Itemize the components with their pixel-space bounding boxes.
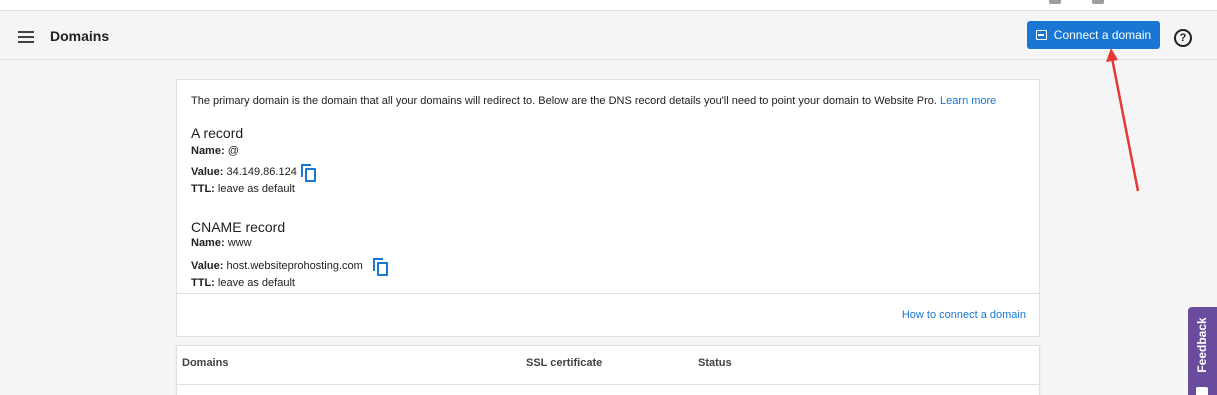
cname-record-value-label: Value: [191, 260, 224, 272]
cname-record-title: CNAME record [191, 219, 286, 235]
copy-icon[interactable] [301, 164, 317, 182]
a-record-ttl-value: leave as default [217, 183, 295, 195]
menu-icon[interactable] [18, 31, 34, 43]
a-record-name-value: @ [227, 145, 239, 157]
top-strip [0, 0, 1217, 11]
help-icon[interactable]: ? [1174, 29, 1192, 47]
feedback-label: Feedback [1195, 317, 1209, 373]
cname-record-name-label: Name: [191, 237, 225, 249]
a-record-name: Name: @ [191, 145, 239, 157]
column-header-domains[interactable]: Domains [182, 357, 228, 369]
cname-record-value: Value: host.websiteprohosting.com [191, 260, 363, 272]
feedback-tab[interactable]: Feedback [1188, 307, 1217, 395]
a-record-value-label: Value: [191, 166, 224, 178]
cname-record-ttl-label: TTL: [191, 277, 215, 289]
dns-records-card: The primary domain is the domain that al… [176, 79, 1040, 337]
cname-record-name-value: www [227, 237, 252, 249]
copy-icon[interactable] [373, 258, 389, 276]
a-record-value-value: 34.149.86.124 [226, 166, 297, 178]
apps-grid-icon[interactable] [1092, 0, 1104, 4]
connect-domain-button[interactable]: Connect a domain [1027, 21, 1160, 49]
feedback-icon [1196, 387, 1208, 395]
a-record-name-label: Name: [191, 145, 225, 157]
column-header-status[interactable]: Status [698, 357, 732, 369]
learn-more-link[interactable]: Learn more [940, 95, 996, 107]
domains-table: Domains SSL certificate Status [176, 345, 1040, 395]
a-record-value: Value: 34.149.86.124 [191, 166, 297, 178]
browser-icon [1035, 30, 1047, 40]
intro-description: The primary domain is the domain that al… [191, 95, 937, 107]
annotation-arrow-line [1110, 57, 1140, 192]
cname-record-ttl: TTL: leave as default [191, 277, 295, 289]
monitor-icon[interactable] [1049, 0, 1061, 4]
cname-record-ttl-value: leave as default [217, 277, 295, 289]
a-record-ttl-label: TTL: [191, 183, 215, 195]
a-record-title: A record [191, 125, 244, 141]
how-to-connect-link[interactable]: How to connect a domain [902, 309, 1026, 321]
cname-record-value-value: host.websiteprohosting.com [226, 260, 363, 272]
connect-domain-label: Connect a domain [1053, 28, 1152, 42]
page-header: Domains Connect a domain ? [0, 12, 1217, 60]
card-divider [177, 293, 1039, 294]
cname-record-name: Name: www [191, 237, 252, 249]
a-record-ttl: TTL: leave as default [191, 183, 295, 195]
intro-text: The primary domain is the domain that al… [191, 95, 996, 107]
table-header-divider [177, 384, 1039, 385]
page-title: Domains [50, 28, 110, 44]
column-header-ssl-certificate[interactable]: SSL certificate [526, 357, 602, 369]
